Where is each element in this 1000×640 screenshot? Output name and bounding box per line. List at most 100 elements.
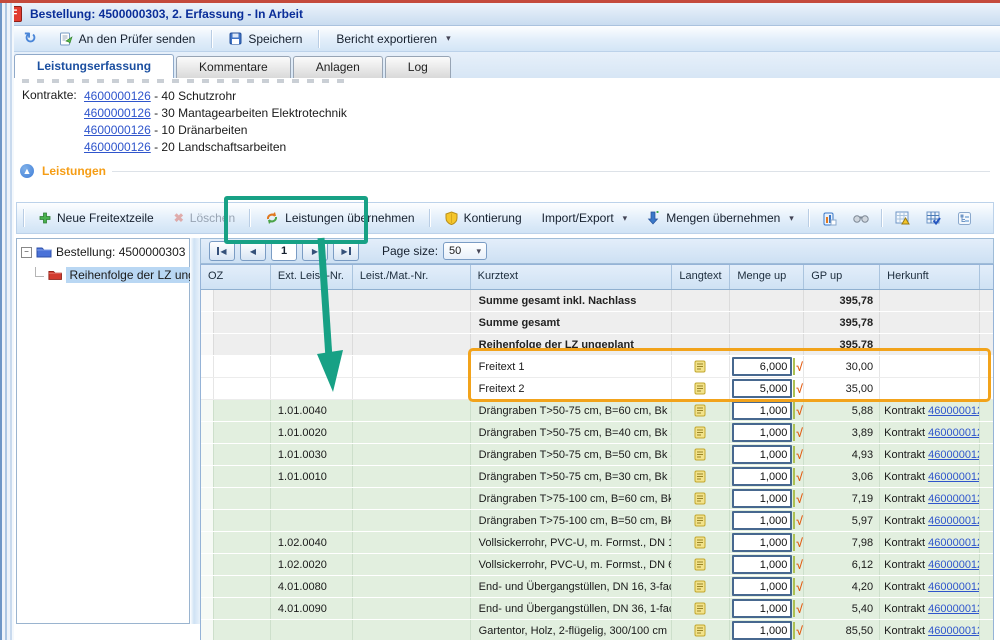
herkunft-kontrakt-link[interactable]: 4600000126 [928,445,980,465]
herkunft-kontrakt-link[interactable]: 4600000126 [928,533,980,553]
langtext-note-icon[interactable] [694,602,707,615]
menge-input[interactable] [732,423,792,442]
grid-check-button[interactable] [922,209,945,228]
herkunft-kontrakt-link[interactable]: 4600000126 [928,621,980,640]
binoculars-button[interactable] [849,210,873,226]
take-quantities-button[interactable]: Mengen übernehmen ▾ [641,208,800,228]
menge-input[interactable] [732,533,792,552]
menge-input[interactable] [732,467,792,486]
new-freetext-row-button[interactable]: Neue Freitextzeile [33,208,160,228]
langtext-note-icon[interactable] [694,470,707,483]
kontierung-label: Kontierung [464,211,522,225]
formula-icon[interactable]: √x [796,405,804,417]
tab-leistungserfassung[interactable]: Leistungserfassung [14,54,174,78]
panel-splitter[interactable] [190,238,200,624]
herkunft-label: Kontrakt [884,467,925,487]
take-quantities-label: Mengen übernehmen [666,211,780,225]
previous-page-button[interactable]: ◀ [240,241,266,261]
herkunft-label: Kontrakt [884,533,925,553]
kontierung-button[interactable]: Kontierung [439,208,528,228]
menge-input[interactable] [732,357,792,376]
menge-input[interactable] [732,621,792,640]
langtext-note-icon[interactable] [694,448,707,461]
langtext-note-icon[interactable] [694,580,707,593]
cell-menge: √x [730,466,804,487]
page-size-select[interactable]: 50 ▾ [443,242,487,260]
last-page-button[interactable]: ▶ [333,241,359,261]
formula-icon[interactable]: √x [796,537,804,549]
menge-input[interactable] [732,555,792,574]
window-left-frame [0,3,14,640]
menge-input[interactable] [732,489,792,508]
menge-input[interactable] [732,445,792,464]
menge-input[interactable] [732,401,792,420]
formula-icon[interactable]: √x [796,625,804,637]
langtext-note-icon[interactable] [694,360,707,373]
collapse-up-icon[interactable]: ▲ [20,164,34,178]
take-services-button[interactable]: Leistungen übernehmen [259,208,420,228]
herkunft-kontrakt-link[interactable]: 4600000126 [928,577,980,597]
tree-view-button[interactable] [953,209,976,228]
formula-icon[interactable]: √x [796,559,804,571]
import-export-button[interactable]: Import/Export ▾ [536,208,634,228]
menge-input[interactable] [732,599,792,618]
herkunft-kontrakt-link[interactable]: 4600000126 [928,467,980,487]
menge-input[interactable] [732,379,792,398]
kontrakt-link[interactable]: 4600000126 [84,106,151,120]
cell-kurz: Drängraben T>50-75 cm, B=30 cm, Bk 3/4 [471,466,673,487]
formula-icon[interactable]: √x [796,383,804,395]
formula-icon[interactable]: √x [796,471,804,483]
first-page-button[interactable]: ◀ [209,241,235,261]
langtext-note-icon[interactable] [694,558,707,571]
formula-icon[interactable]: √x [796,427,804,439]
formula-icon[interactable]: √x [796,603,804,615]
next-page-button[interactable]: ▶ [302,241,328,261]
kontrakt-link[interactable]: 4600000126 [84,89,151,103]
langtext-note-icon[interactable] [694,382,707,395]
herkunft-kontrakt-link[interactable]: 4600000126 [928,555,980,575]
delete-button[interactable]: ✖ Löschen [168,208,241,228]
kontrakt-link[interactable]: 4600000126 [84,123,151,137]
tree-item-bestellung[interactable]: − Bestellung: 4500000303 [21,245,187,259]
herkunft-kontrakt-link[interactable]: 4600000126 [928,401,980,421]
tree-collapse-icon[interactable]: − [21,247,32,258]
langtext-note-icon[interactable] [694,426,707,439]
cell-mat [353,422,471,443]
copy-report-button[interactable] [818,209,841,228]
save-button[interactable]: Speichern [223,30,308,48]
herkunft-kontrakt-link[interactable]: 4600000126 [928,423,980,443]
cell-herk: Kontrakt4600000126 [880,488,980,509]
save-icon [229,32,242,45]
cell-gp: 4,20 [804,576,880,597]
send-to-reviewer-button[interactable]: An den Prüfer senden [53,30,202,48]
langtext-note-icon[interactable] [694,624,707,637]
formula-icon[interactable]: √x [796,581,804,593]
tab-log[interactable]: Log [385,56,451,78]
export-report-button[interactable]: Bericht exportieren ▾ [330,30,456,48]
herkunft-kontrakt-link[interactable]: 4600000126 [928,489,980,509]
refresh-button[interactable]: ↻ [18,30,43,48]
table-body: Summe gesamt inkl. Nachlass395,78Summe g… [201,290,993,640]
cell-ext [271,290,353,311]
herkunft-kontrakt-link[interactable]: 4600000126 [928,599,980,619]
formula-icon[interactable]: √x [796,493,804,505]
herkunft-kontrakt-link[interactable]: 4600000126 [928,511,980,531]
tab-anlagen[interactable]: Anlagen [293,56,383,78]
menge-input[interactable] [732,577,792,596]
tab-kommentare[interactable]: Kommentare [176,56,291,78]
menge-input[interactable] [732,511,792,530]
langtext-note-icon[interactable] [694,404,707,417]
current-page-button[interactable]: 1 [271,241,297,261]
grid-warning-button[interactable] [891,209,914,228]
langtext-note-icon[interactable] [694,514,707,527]
formula-icon[interactable]: √x [796,515,804,527]
column-header-kurztext: Kurztext [471,265,673,289]
formula-icon[interactable]: √x [796,449,804,461]
langtext-note-icon[interactable] [694,536,707,549]
cell-menge: √x [730,576,804,597]
kontrakt-link[interactable]: 4600000126 [84,140,151,154]
formula-icon[interactable]: √x [796,361,804,373]
langtext-note-icon[interactable] [694,492,707,505]
cell-sel [201,422,214,443]
tree-item-reihenfolge[interactable]: Reihenfolge der LZ ungep [31,267,197,283]
